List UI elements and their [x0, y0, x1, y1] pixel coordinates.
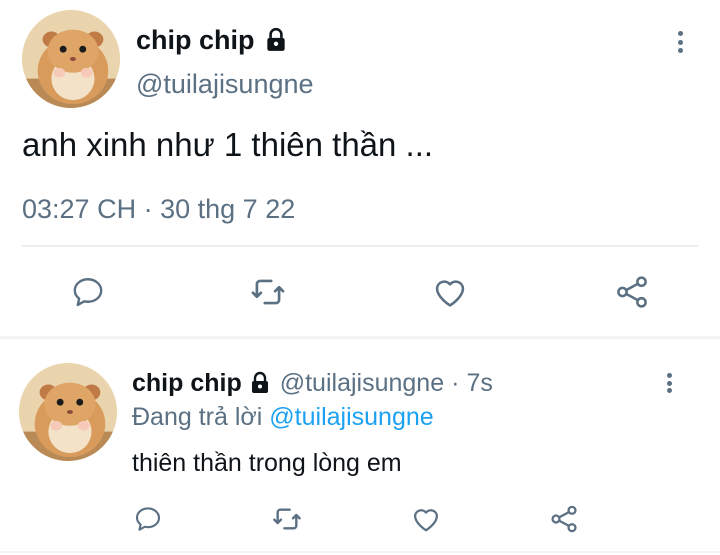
- reply-icon: [135, 507, 161, 531]
- retweet-button[interactable]: [246, 270, 290, 314]
- reply-more-options-button[interactable]: [665, 373, 673, 393]
- reply-icon: [73, 278, 103, 307]
- more-dot: [666, 380, 672, 386]
- replying-prefix: Đang trả lời: [132, 403, 263, 431]
- share-icon: [617, 276, 647, 308]
- reply-handle[interactable]: @tuilajisungne: [280, 368, 444, 398]
- tweet-time: 03:27 CH: [22, 194, 137, 224]
- like-icon: [413, 509, 439, 532]
- lock-icon: [248, 371, 272, 395]
- meta-separator: ·: [143, 194, 153, 224]
- reply-display-name[interactable]: chip chip: [132, 368, 272, 398]
- reply-text: thiên thần trong lòng em: [132, 449, 402, 477]
- more-dot: [677, 48, 683, 53]
- reply-avatar[interactable]: [19, 363, 117, 461]
- tweet-date: 30 thg 7 22: [160, 194, 296, 224]
- more-dot: [677, 39, 683, 45]
- retweet-button[interactable]: [265, 497, 309, 541]
- retweet-icon: [251, 279, 285, 305]
- hamster-avatar-image: [19, 363, 117, 461]
- like-button[interactable]: [428, 270, 472, 314]
- tweet-timestamp[interactable]: 03:27 CH · 30 thg 7 22: [22, 193, 295, 225]
- hamster-avatar-image: [22, 10, 120, 108]
- share-icon: [551, 505, 577, 533]
- retweet-icon: [273, 508, 301, 530]
- main-handle[interactable]: @tuilajisungne: [136, 68, 314, 100]
- meta-separator: ·: [451, 369, 460, 397]
- like-icon: [435, 280, 465, 307]
- section-separator: [0, 336, 720, 339]
- display-name-text: chip chip: [136, 25, 255, 55]
- tweet-text: anh xinh như 1 thiên thần ...: [22, 126, 434, 163]
- more-options-button[interactable]: [676, 31, 684, 53]
- share-button[interactable]: [610, 270, 654, 314]
- replying-to-link[interactable]: @tuilajisungne: [269, 403, 433, 431]
- display-name-text: chip chip: [132, 369, 242, 397]
- bottom-separator: [0, 551, 720, 553]
- lock-icon: [263, 27, 289, 53]
- divider: [22, 245, 698, 247]
- reply-header: chip chip @tuilajisungne · 7s: [132, 368, 493, 398]
- reply-button[interactable]: [66, 270, 110, 314]
- more-dot: [666, 373, 672, 378]
- like-button[interactable]: [404, 497, 448, 541]
- main-display-name[interactable]: chip chip: [136, 24, 289, 56]
- replying-to-line: Đang trả lời @tuilajisungne: [132, 402, 434, 432]
- reply-button[interactable]: [126, 497, 170, 541]
- more-dot: [666, 388, 672, 393]
- reply-age: 7s: [466, 369, 493, 397]
- more-dot: [677, 31, 683, 36]
- avatar[interactable]: [22, 10, 120, 108]
- share-button[interactable]: [542, 497, 586, 541]
